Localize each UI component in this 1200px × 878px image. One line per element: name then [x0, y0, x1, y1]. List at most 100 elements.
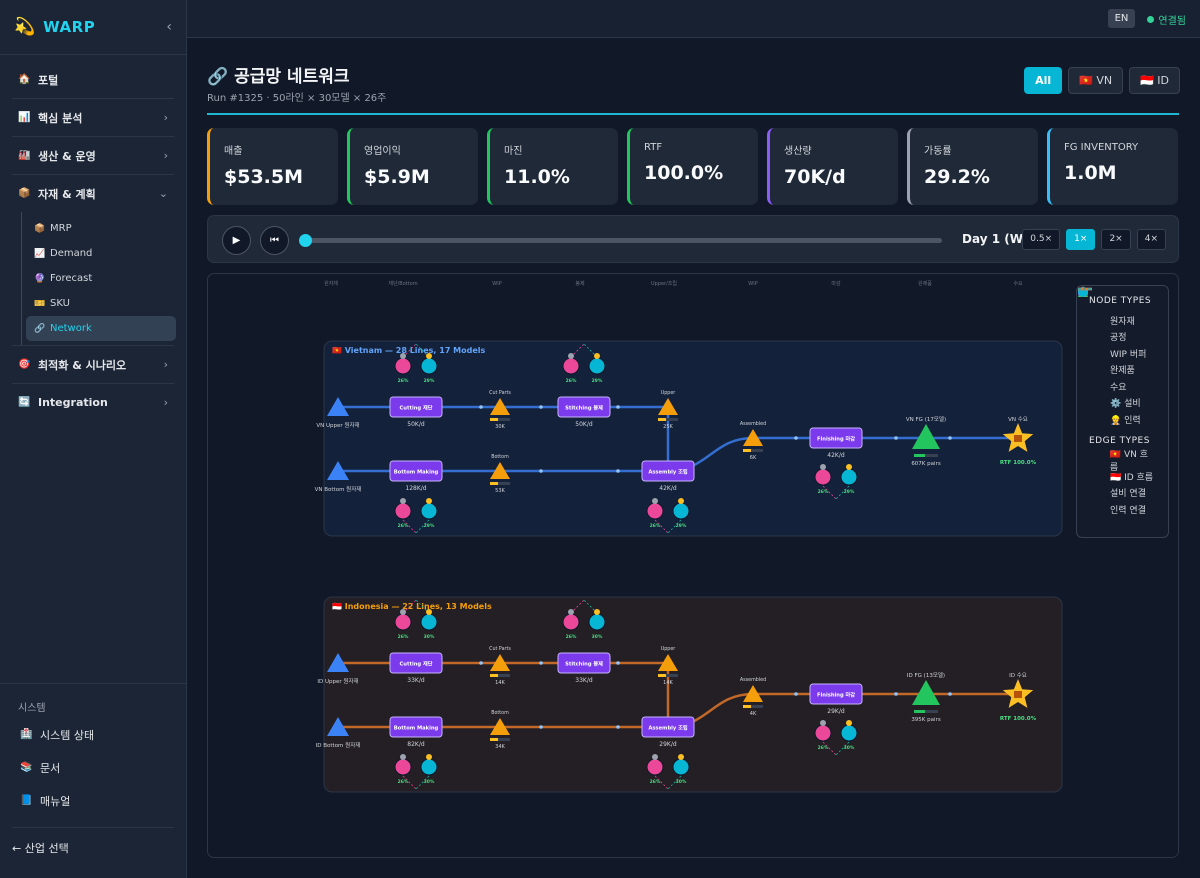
flow-dot — [794, 692, 798, 696]
gear-icon-node[interactable] — [814, 468, 832, 486]
sidebar-item-integration[interactable]: 🔄 Integration › — [0, 384, 186, 421]
gear-icon-node[interactable] — [646, 758, 664, 776]
legend-node-title: NODE TYPES — [1089, 296, 1152, 306]
network-canvas: 원자재 재단/Bottom WIP 봉제 Upper/조립 WIP 마감 완제품 수요 🇻🇳 Vi… — [315, 280, 1063, 793]
raw-material-label: VN Bottom 원자재 — [315, 485, 362, 493]
gear-icon-node[interactable] — [562, 613, 580, 631]
worker-icon-node[interactable] — [420, 357, 438, 375]
process-capacity: 33K/d — [575, 677, 593, 684]
sidebar-item-핵심-분석[interactable]: 📊 핵심 분석 › — [0, 99, 186, 136]
language-toggle[interactable]: EN — [1108, 9, 1135, 28]
gear-icon-node[interactable] — [814, 724, 832, 742]
back-to-industry-link[interactable]: ← 산업 선택 — [12, 827, 174, 856]
column-header: WIP — [748, 281, 757, 287]
gear-icon-node[interactable] — [562, 357, 580, 375]
wip-label: Bottom — [491, 454, 509, 460]
gear-icon-node[interactable] — [394, 613, 412, 631]
connection-status: 연결됨 — [1147, 12, 1186, 27]
wip-label: Cut Parts — [489, 390, 511, 396]
fg-level-fill — [914, 454, 925, 457]
speed-3-button[interactable]: 2× — [1101, 229, 1131, 250]
region-id-button[interactable]: 🇮🇩 ID — [1129, 67, 1180, 94]
nav-icon: 📈 — [34, 248, 46, 259]
sidebar-item-문서[interactable]: 📚 문서 — [0, 751, 186, 784]
legend-node-label: 완제품 — [1110, 366, 1135, 377]
utilization-label: 26% — [650, 523, 661, 529]
gear-icon — [652, 498, 658, 504]
column-header: WIP — [492, 281, 501, 287]
region-all-button[interactable]: All — [1024, 67, 1063, 94]
kpi-value: 100.0% — [644, 162, 724, 184]
worker-icon-node[interactable] — [420, 502, 438, 520]
speed-1-button[interactable]: 0.5× — [1022, 229, 1061, 250]
sub-nav-item-mrp[interactable]: 📦 MRP — [26, 216, 176, 241]
system-heading: 시스템 — [18, 703, 46, 714]
utilization-label: 30% — [424, 779, 435, 785]
chevron-icon: ⌄ — [158, 187, 168, 200]
worker-icon-node[interactable] — [840, 468, 858, 486]
flow-dot — [616, 661, 620, 665]
flow-dot — [479, 661, 483, 665]
nav-label: Demand — [50, 248, 93, 259]
legend-edge-label: 🇮🇩 ID 흐름 — [1110, 472, 1154, 483]
sub-nav-item-network[interactable]: 🔗 Network — [26, 316, 176, 341]
sidebar-item-매뉴얼[interactable]: 📘 매뉴얼 — [0, 784, 186, 817]
process-label: Assembly 조립 — [648, 468, 688, 476]
speed-2-button[interactable]: 1× — [1066, 229, 1096, 250]
sidebar-item-포털[interactable]: 🏠 포털 — [0, 61, 186, 98]
fg-label: ID FG (13모델) — [907, 671, 945, 679]
timeline-track[interactable] — [304, 238, 942, 243]
raw-material-label: VN Upper 원자재 — [316, 421, 359, 429]
nav-label: 문서 — [40, 761, 61, 775]
worker-icon-node[interactable] — [588, 357, 606, 375]
chevron-icon: › — [163, 111, 168, 124]
process-capacity: 50K/d — [575, 421, 593, 428]
timeline-slider-handle[interactable] — [299, 234, 312, 247]
utilization-label: 29% — [424, 523, 435, 529]
worker-icon-node[interactable] — [840, 724, 858, 742]
kpi-label: 마진 — [504, 146, 523, 157]
worker-icon-node[interactable] — [420, 613, 438, 631]
sidebar-item-자재-계획[interactable]: 📦 자재 & 계획 ⌄ — [0, 175, 186, 212]
worker-icon — [594, 353, 600, 359]
sidebar-item-시스템-상태[interactable]: 🏥 시스템 상태 — [0, 718, 186, 751]
collapse-sidebar-icon[interactable]: ‹ — [166, 19, 172, 35]
worker-icon-node[interactable] — [420, 758, 438, 776]
fg-label: VN FG (17모델) — [906, 415, 946, 423]
sidebar-item-최적화-시나리오[interactable]: 🎯 최적화 & 시나리오 › — [0, 346, 186, 383]
sub-nav-item-demand[interactable]: 📈 Demand — [26, 241, 176, 266]
kpi-value: 70K/d — [784, 166, 846, 188]
flow-dot — [539, 661, 543, 665]
sub-nav-item-forecast[interactable]: 🔮 Forecast — [26, 266, 176, 291]
rewind-button[interactable]: ⏮ — [260, 226, 289, 255]
nav-icon: 📦 — [18, 188, 31, 199]
column-header: 완제품 — [918, 280, 932, 287]
legend-node-label: 수요 — [1110, 382, 1127, 393]
chevron-icon: › — [163, 149, 168, 162]
process-capacity: 50K/d — [407, 421, 425, 428]
sidebar-item-생산-운영[interactable]: 🏭 생산 & 운영 › — [0, 137, 186, 174]
speed-4-button[interactable]: 4× — [1136, 229, 1166, 250]
gear-icon-node[interactable] — [394, 357, 412, 375]
worker-icon — [846, 720, 852, 726]
gear-icon-node[interactable] — [646, 502, 664, 520]
worker-icon — [426, 498, 432, 504]
gear-icon-node[interactable] — [394, 758, 412, 776]
worker-icon-node[interactable] — [588, 613, 606, 631]
process-label: Cutting 재단 — [400, 660, 433, 668]
gear-icon-node[interactable] — [394, 502, 412, 520]
wip-level-fill — [743, 449, 751, 452]
flow-dot — [948, 436, 952, 440]
worker-icon-node[interactable] — [672, 502, 690, 520]
worker-icon-node[interactable] — [672, 758, 690, 776]
gear-icon — [820, 464, 826, 470]
kpi-value: 1.0M — [1064, 162, 1117, 184]
flow-dot — [616, 725, 620, 729]
raw-material-label: ID Upper 원자재 — [317, 677, 358, 685]
play-button[interactable]: ▶ — [222, 226, 251, 255]
nav-label: MRP — [50, 223, 72, 234]
sub-nav-item-sku[interactable]: 🎫 SKU — [26, 291, 176, 316]
region-vn-button[interactable]: 🇻🇳 VN — [1068, 67, 1124, 94]
utilization-label: 26% — [398, 523, 409, 529]
column-header: 원자재 — [324, 280, 338, 287]
